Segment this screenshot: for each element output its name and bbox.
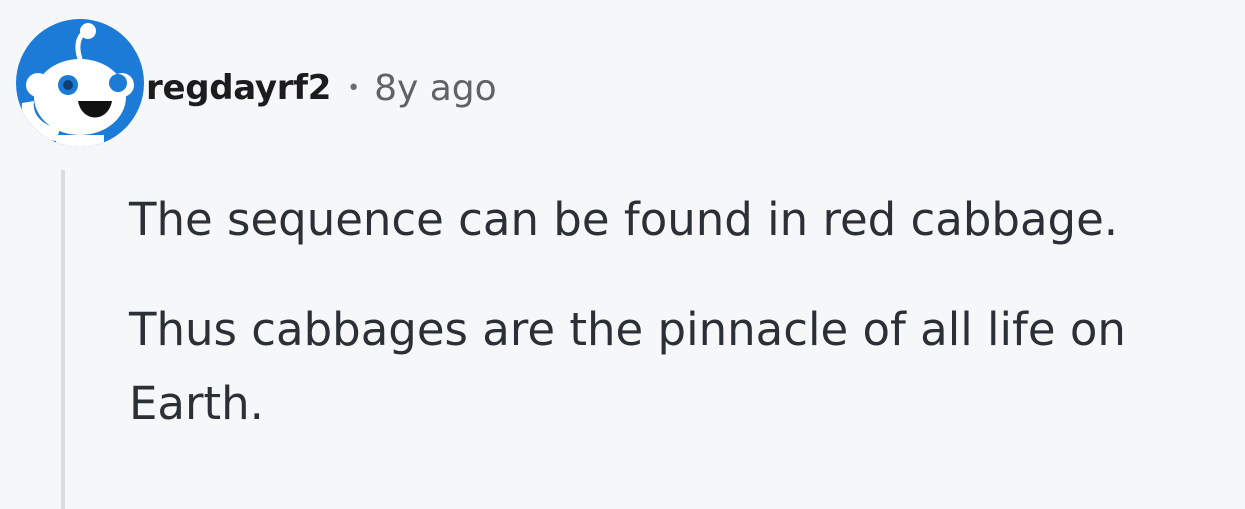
meta-separator: •: [347, 75, 361, 101]
comment: regdayrf2 • 8y ago The sequence can be f…: [0, 0, 1245, 509]
comment-paragraph: The sequence can be found in red cabbage…: [129, 193, 1119, 246]
thread-line[interactable]: [61, 170, 65, 509]
username-link[interactable]: regdayrf2: [146, 68, 331, 108]
comment-header: regdayrf2 • 8y ago: [146, 62, 497, 114]
user-avatar[interactable]: [16, 19, 144, 147]
reddit-snoo-avatar-icon: [21, 23, 134, 147]
timestamp[interactable]: 8y ago: [374, 68, 497, 109]
comment-body: The sequence can be found in red cabbage…: [129, 183, 1229, 441]
comment-paragraph: Thus cabbages are the pinnacle of all li…: [129, 303, 1126, 430]
